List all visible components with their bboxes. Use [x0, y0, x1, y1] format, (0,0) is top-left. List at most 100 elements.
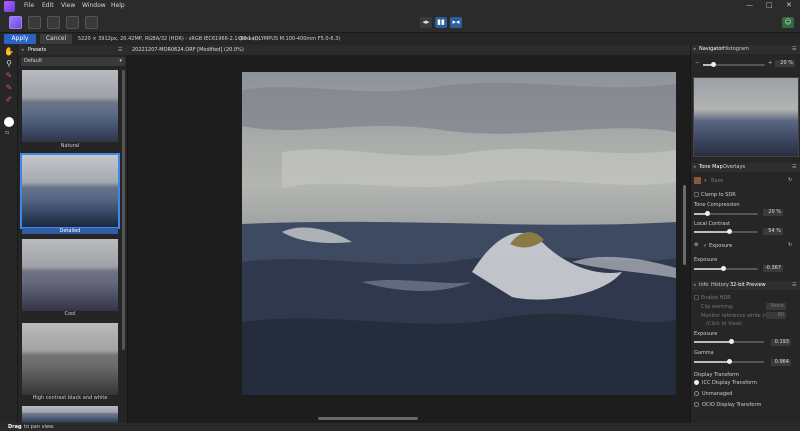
navigator-preview[interactable]	[693, 77, 799, 157]
preset-category-dropdown[interactable]: Default ▾	[21, 57, 125, 66]
camera-info: OM-1 (OLYMPUS M.100-400mm F5.0-6.3)	[238, 36, 341, 42]
document-tab[interactable]: 20221207-MOR0624.ORF [Modified] (20.0%)	[128, 45, 690, 55]
minimize-icon[interactable]: —	[746, 1, 753, 9]
seascape-photo	[242, 82, 676, 395]
zoom-tool-icon[interactable]: ⚲	[4, 59, 14, 69]
compare-view-icon[interactable]: ▸◂	[450, 17, 462, 28]
tone-compression-label: Tone Compression	[694, 202, 740, 208]
panel-collapse-icon[interactable]: ◂	[21, 45, 24, 55]
split-view-icon[interactable]: ◂▸	[420, 17, 432, 28]
develop-persona-icon[interactable]	[9, 16, 22, 29]
panel-collapse-icon[interactable]: ◂	[693, 163, 696, 172]
click-to-view-label[interactable]: (Click to View)	[706, 321, 742, 327]
chevron-down-icon[interactable]: ▾	[704, 178, 707, 184]
preview-exposure-slider[interactable]	[694, 339, 764, 344]
zoom-value[interactable]: 20 %	[775, 60, 795, 67]
enable-hdr-checkbox[interactable]	[694, 295, 699, 300]
status-text: to pan view.	[24, 424, 55, 430]
gamma-slider[interactable]	[694, 359, 764, 364]
clip-warning-dropdown[interactable]: None	[766, 303, 786, 310]
presets-panel: ◂ Presets ☰ Default ▾ Natural Detailed C…	[18, 45, 128, 423]
hand-tool-icon[interactable]: ✋	[4, 47, 14, 57]
tone-mapping-persona-icon[interactable]	[66, 16, 79, 29]
horizontal-scrollbar[interactable]	[318, 417, 418, 420]
tab-tone-map[interactable]: Tone Map	[699, 163, 723, 172]
status-bar: Drag to pan view.	[0, 423, 800, 431]
liquify-persona-icon[interactable]	[47, 16, 60, 29]
gamma-value[interactable]: 0.964	[771, 359, 791, 366]
tab-navigator[interactable]: Navigator	[699, 45, 723, 54]
icc-radio[interactable]	[694, 380, 699, 385]
menu-view[interactable]: View	[61, 2, 75, 9]
vertical-scrollbar[interactable]	[683, 185, 686, 265]
panel-collapse-icon[interactable]: ◂	[693, 45, 696, 54]
tools-panel: ✋ ⚲ ✎ ✎ ✐ ⇆	[0, 45, 18, 423]
settings-icon[interactable]: ⚙	[694, 242, 698, 248]
cancel-button[interactable]: Cancel	[40, 34, 72, 44]
preset-thumbnail-high-contrast-bw[interactable]	[22, 323, 118, 395]
presets-header: ◂ Presets ☰	[18, 45, 128, 55]
menu-file[interactable]: File	[24, 2, 34, 9]
reset-icon[interactable]: ↻	[788, 177, 792, 183]
tab-overlays[interactable]: Overlays	[723, 163, 745, 172]
clip-warning-label: Clip warning:	[701, 304, 734, 310]
foreground-color-swatch[interactable]	[4, 117, 14, 127]
mirror-view-icon[interactable]: ▮▮	[435, 17, 447, 28]
panel-menu-icon[interactable]: ☰	[792, 281, 796, 290]
tab-32bit-preview[interactable]: 32-bit Preview	[730, 281, 766, 290]
tonemap-preset[interactable]: Base	[711, 178, 723, 184]
export-persona-icon[interactable]	[85, 16, 98, 29]
apply-button[interactable]: Apply	[4, 34, 36, 44]
clamp-checkbox[interactable]	[694, 192, 699, 197]
zoom-slider[interactable]	[703, 62, 765, 67]
local-contrast-value[interactable]: 54 %	[763, 228, 783, 235]
preview-exposure-label: Exposure	[694, 331, 718, 337]
panel-menu-icon[interactable]: ☰	[792, 45, 796, 54]
panel-menu-icon[interactable]: ☰	[792, 163, 796, 172]
user-account-icon[interactable]: ☺	[782, 17, 794, 28]
status-bold: Drag	[8, 424, 22, 430]
menu-window[interactable]: Window	[82, 2, 106, 9]
preset-label: Cool	[64, 311, 76, 317]
maximize-icon[interactable]: □	[766, 1, 773, 9]
tab-histogram[interactable]: Histogram	[723, 45, 749, 54]
tonemap-exposure-value[interactable]: -0.367	[763, 265, 783, 272]
presets-scrollbar[interactable]	[122, 70, 125, 350]
menu-help[interactable]: Help	[111, 2, 125, 9]
check-icon[interactable]: ✓	[703, 243, 707, 249]
preset-thumbnail[interactable]	[22, 406, 118, 423]
tone-compression-value[interactable]: 20 %	[763, 209, 783, 216]
unmanaged-radio[interactable]	[694, 391, 699, 396]
photo-canvas[interactable]	[242, 72, 676, 395]
eraser-tool-icon[interactable]: ✎	[4, 83, 14, 93]
tab-history[interactable]: History	[711, 281, 729, 290]
swap-colors-icon[interactable]: ⇆	[5, 130, 9, 136]
zoom-out-icon[interactable]: −	[695, 60, 699, 66]
color-picker-icon[interactable]: ✐	[4, 95, 14, 105]
close-icon[interactable]: ✕	[786, 1, 792, 9]
reset-icon[interactable]: ↻	[788, 242, 792, 248]
menu-edit[interactable]: Edit	[42, 2, 54, 9]
ocio-radio[interactable]	[694, 402, 699, 407]
panel-collapse-icon[interactable]: ◂	[693, 281, 696, 290]
preset-thumbnail-cool[interactable]	[22, 239, 118, 311]
local-contrast-slider[interactable]	[694, 229, 758, 234]
photo-persona-icon[interactable]	[28, 16, 41, 29]
tab-presets[interactable]: Presets	[28, 45, 46, 55]
preset-label: Natural	[60, 143, 80, 149]
panel-menu-icon[interactable]: ☰	[118, 45, 122, 55]
preset-thumbnail-detailed[interactable]	[20, 153, 120, 229]
preset-label: Detailed	[22, 228, 118, 234]
local-contrast-label: Local Contrast	[694, 221, 730, 227]
tab-info[interactable]: Info	[699, 281, 708, 290]
monitor-ref-value[interactable]: 80	[766, 312, 786, 319]
preset-thumbnail-natural[interactable]	[22, 70, 118, 142]
tonemap-exposure-slider[interactable]	[694, 266, 758, 271]
preview-exposure-value[interactable]: 0.193	[771, 339, 791, 346]
ocio-label: OCIO Display Transform	[702, 402, 762, 408]
brush-tool-icon[interactable]: ✎	[4, 71, 14, 81]
tone-compression-slider[interactable]	[694, 211, 758, 216]
tonemap-exposure-label: Exposure	[694, 257, 718, 263]
navigator-header: ◂ Navigator Histogram ☰	[691, 45, 800, 54]
zoom-in-icon[interactable]: +	[768, 60, 772, 66]
